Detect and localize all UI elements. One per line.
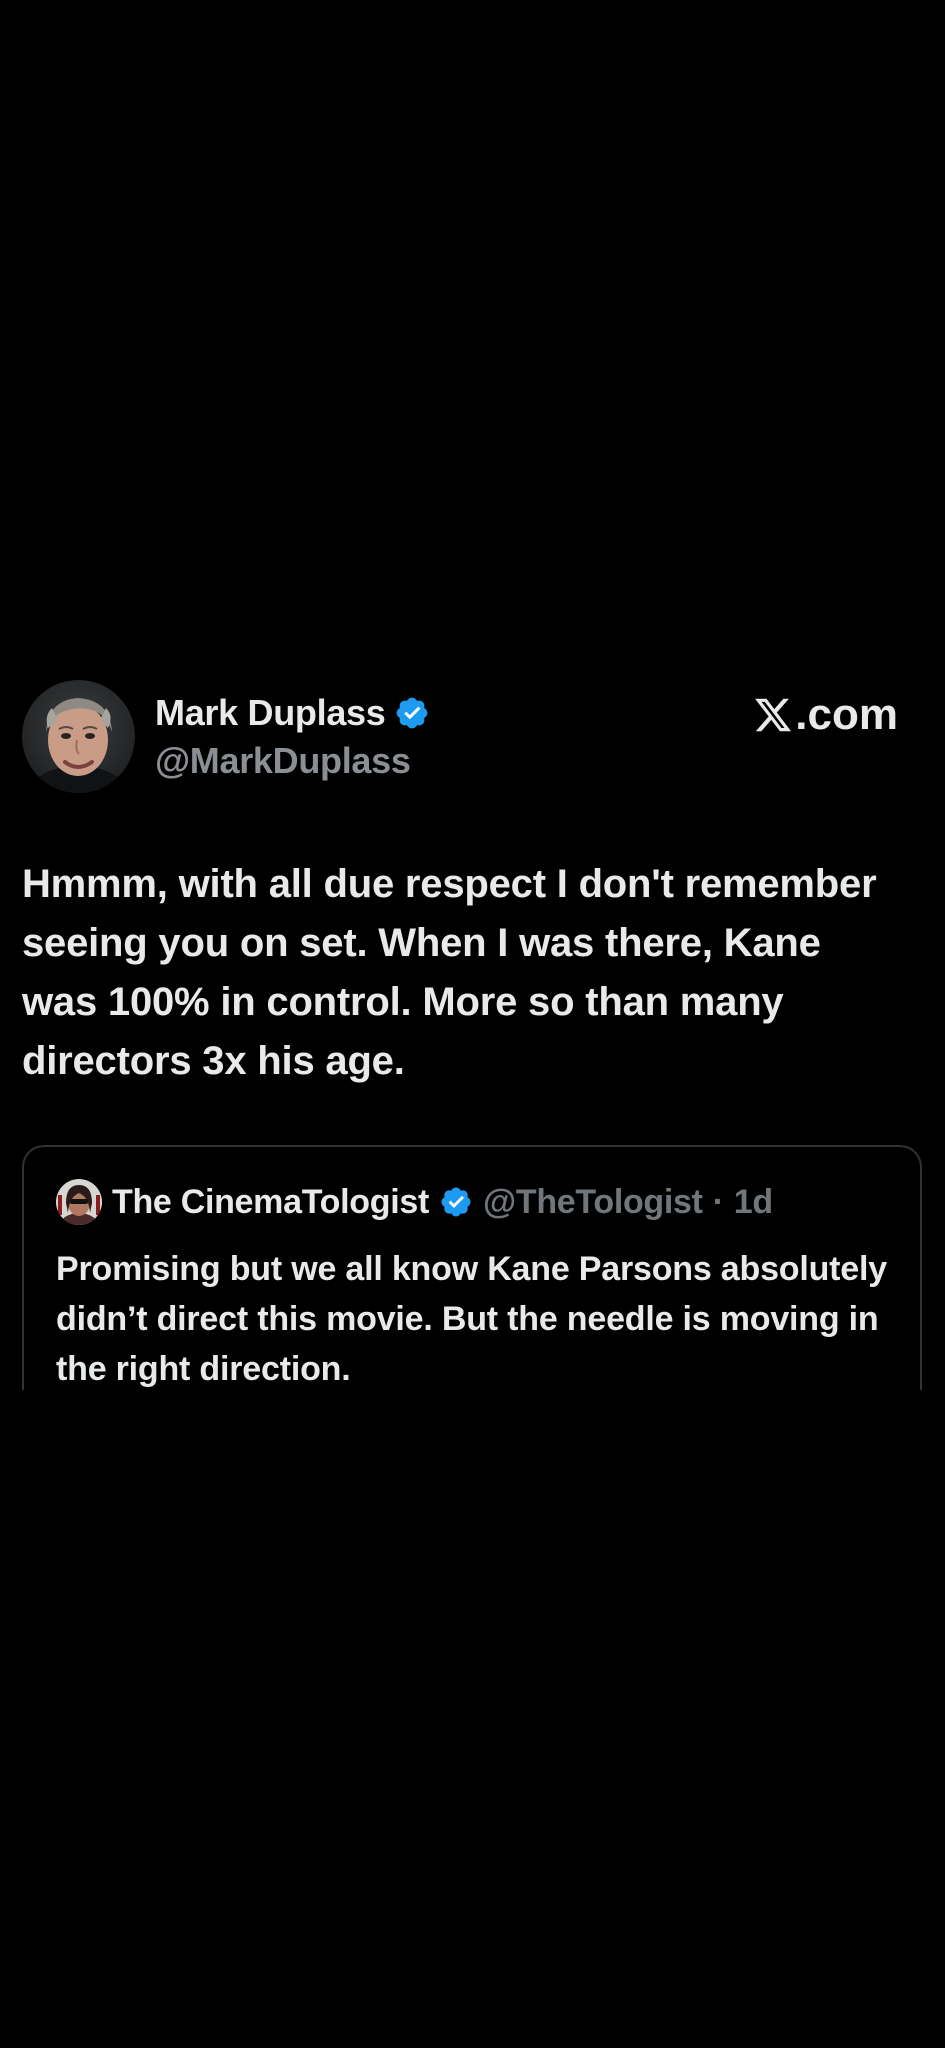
tweet-header: Mark Duplass @MarkDuplass .com [22, 680, 922, 795]
author-avatar[interactable] [22, 680, 135, 793]
quoted-verified-badge-icon [441, 1187, 471, 1217]
meta-separator: · [712, 1182, 724, 1221]
quoted-avatar-photo-icon [56, 1179, 102, 1225]
site-domain-text: .com [795, 690, 898, 739]
verified-badge-icon [396, 697, 427, 729]
avatar-photo-icon [22, 680, 135, 793]
quoted-tweet-card[interactable]: The CinemaTologist @TheTologist · 1d Pro… [22, 1145, 922, 1390]
author-name-row: Mark Duplass [155, 692, 430, 734]
tweet-text: Hmmm, with all due respect I don't remem… [22, 862, 877, 1083]
quoted-author-handle[interactable]: @TheTologist [483, 1183, 703, 1222]
author-display-name[interactable]: Mark Duplass [155, 692, 386, 734]
quoted-timestamp[interactable]: 1d [734, 1183, 773, 1222]
quoted-tweet-header: The CinemaTologist @TheTologist · 1d [56, 1179, 773, 1225]
quoted-tweet-text: Promising but we all know Kane Parsons a… [56, 1250, 887, 1388]
quoted-author-avatar [56, 1179, 102, 1225]
tweet-card: Mark Duplass @MarkDuplass .com Hmmm, wit… [22, 680, 922, 1390]
x-com-label: .com [753, 690, 898, 740]
quoted-author-display-name[interactable]: The CinemaTologist [112, 1183, 429, 1222]
x-logo-icon [755, 698, 792, 732]
author-handle[interactable]: @MarkDuplass [155, 740, 411, 782]
